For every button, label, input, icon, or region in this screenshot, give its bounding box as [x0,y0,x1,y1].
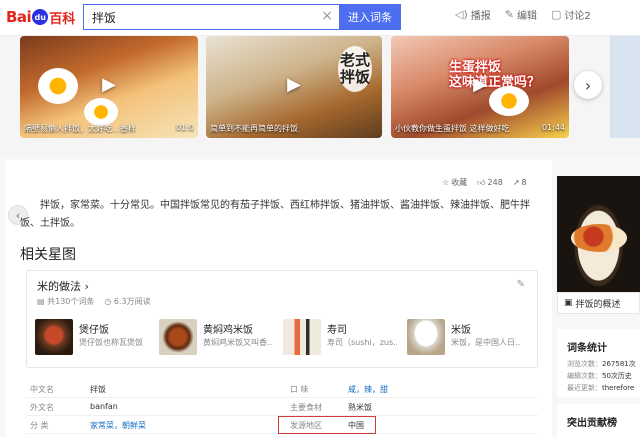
next-arrow-button[interactable]: › [574,71,602,99]
chevron-right-icon: › [84,280,89,293]
share-button[interactable]: ↗ 8 [513,177,527,188]
video-overlay-text: 生蛋拌饭 这味道正常吗？ [449,60,541,90]
related-item[interactable]: 黄焖鸡米饭 黄焖鸡米饭又叫香… [159,319,279,359]
video-caption: 隔壁易懒人拌饭，太好吃…香样 [24,124,136,133]
enter-entry-button[interactable]: 进入词条 [339,4,401,30]
item-thumbnail [35,319,73,355]
broadcast-button[interactable]: ◁) 播报 [455,7,491,22]
video-duration: 01:44 [541,123,565,132]
section-title: 相关星图 [20,247,76,263]
top-actions: ◁) 播报 ✎ 编辑 ▢ 讨论2 [455,7,591,22]
intro-paragraph: 拌饭，家常菜。十分常见。中国拌饭常见的有茄子拌饭、西红柿拌饭、猪油拌饭、酱油拌饭… [20,200,530,229]
video-overlay-text: 老式拌饭 [338,46,372,92]
video-duration: 01:0 [176,123,194,132]
video-card-4-partial[interactable] [610,36,640,138]
video-card-2[interactable]: 老式拌饭 ▶ 简单到不能再简单的拌饭 [206,36,382,138]
speaker-icon: ◁) [455,8,468,21]
chat-icon: ▢ [550,8,562,21]
entry-stats: 词条统计 浏览次数：267581次 编辑次数：50次历史 最近更新：theref… [557,329,640,397]
related-item[interactable]: 寿司 寿司（sushi，zus… [283,319,403,359]
clear-icon[interactable]: × [321,8,333,24]
image-icon: ▣ [564,298,573,308]
share-icon: ↗ [512,178,520,187]
video-strip: ▶ 隔壁易懒人拌饭，太好吃…香样 01:0 老式拌饭 ▶ 简单到不能再简单的拌饭 … [0,36,640,156]
baidu-baike-logo[interactable]: Bai du 百科 [6,6,75,28]
collect-button[interactable]: ☆ 收藏 [442,177,467,188]
search-input[interactable]: 拌饭 × [83,4,339,30]
summary-image[interactable] [557,176,640,292]
play-icon[interactable]: ▶ [96,72,122,98]
panel-title[interactable]: 米的做法 › [37,278,89,294]
right-sidebar: ▣ 拌饭的概述 词条统计 浏览次数：267581次 编辑次数：50次历史 最近更新… [557,176,640,437]
highlight-box [278,416,376,434]
discussion-button[interactable]: ▢ 讨论2 [551,7,591,22]
contributors: 突出贡献榜 [557,404,640,437]
play-icon[interactable]: ▶ [467,72,493,98]
edit-button[interactable]: ✎ 编辑 [505,7,537,22]
entry-meta: ☆ 收藏 👍︎ 248 ↗ 8 [442,177,527,188]
play-icon[interactable]: ▶ [281,72,307,98]
info-row: 外文名 banfan 主要食材 熟米饭 [26,398,538,416]
egg-image [489,86,529,116]
like-button[interactable]: 👍︎ 248 [477,177,503,188]
related-item[interactable]: 煲仔饭 煲仔饭也称瓦煲饭 [35,319,155,359]
info-link[interactable]: 家常菜，朝鲜菜 [90,421,146,430]
video-card-1[interactable]: ▶ 隔壁易懒人拌饭，太好吃…香样 01:0 [20,36,198,138]
info-row: 中文名 拌饭 口 味 咸，辣，甜 [26,380,538,398]
thumbs-up-icon: 👍︎ [477,177,486,187]
video-caption: 简单到不能再简单的拌饭 [210,124,298,133]
chevron-right-icon: › [584,75,592,95]
video-caption: 小伙教你做生蛋拌饭 这样做好吃 [395,124,510,133]
item-thumbnail [159,319,197,355]
info-link[interactable]: 咸，辣，甜 [348,385,388,394]
edit-icon[interactable]: ✎ [517,279,525,290]
item-thumbnail [407,319,445,355]
top-header: Bai du 百科 拌饭 × 进入词条 ◁) 播报 ✎ 编辑 ▢ 讨论2 [0,0,640,36]
related-panel: 米的做法 › ▤ 共130个词条 ◷ 6.3万阅读 ✎ 煲仔饭 煲仔饭也称瓦煲饭… [26,270,538,368]
item-thumbnail [283,319,321,355]
egg-image [84,98,118,126]
pencil-icon: ✎ [504,8,514,21]
related-item[interactable]: 米饭 米饭，是中国人日… [407,319,527,359]
view-count: ◷ 6.3万阅读 [104,297,151,306]
video-card-3[interactable]: 生蛋拌饭 这味道正常吗？ ▶ 小伙教你做生蛋拌饭 这样做好吃 01:44 [391,36,569,138]
star-icon: ☆ [442,178,450,187]
search-query[interactable]: 拌饭 [92,9,116,26]
entry-count: ▤ 共130个词条 [37,297,95,306]
summary-caption[interactable]: ▣ 拌饭的概述 [557,292,640,314]
egg-image [38,68,78,104]
